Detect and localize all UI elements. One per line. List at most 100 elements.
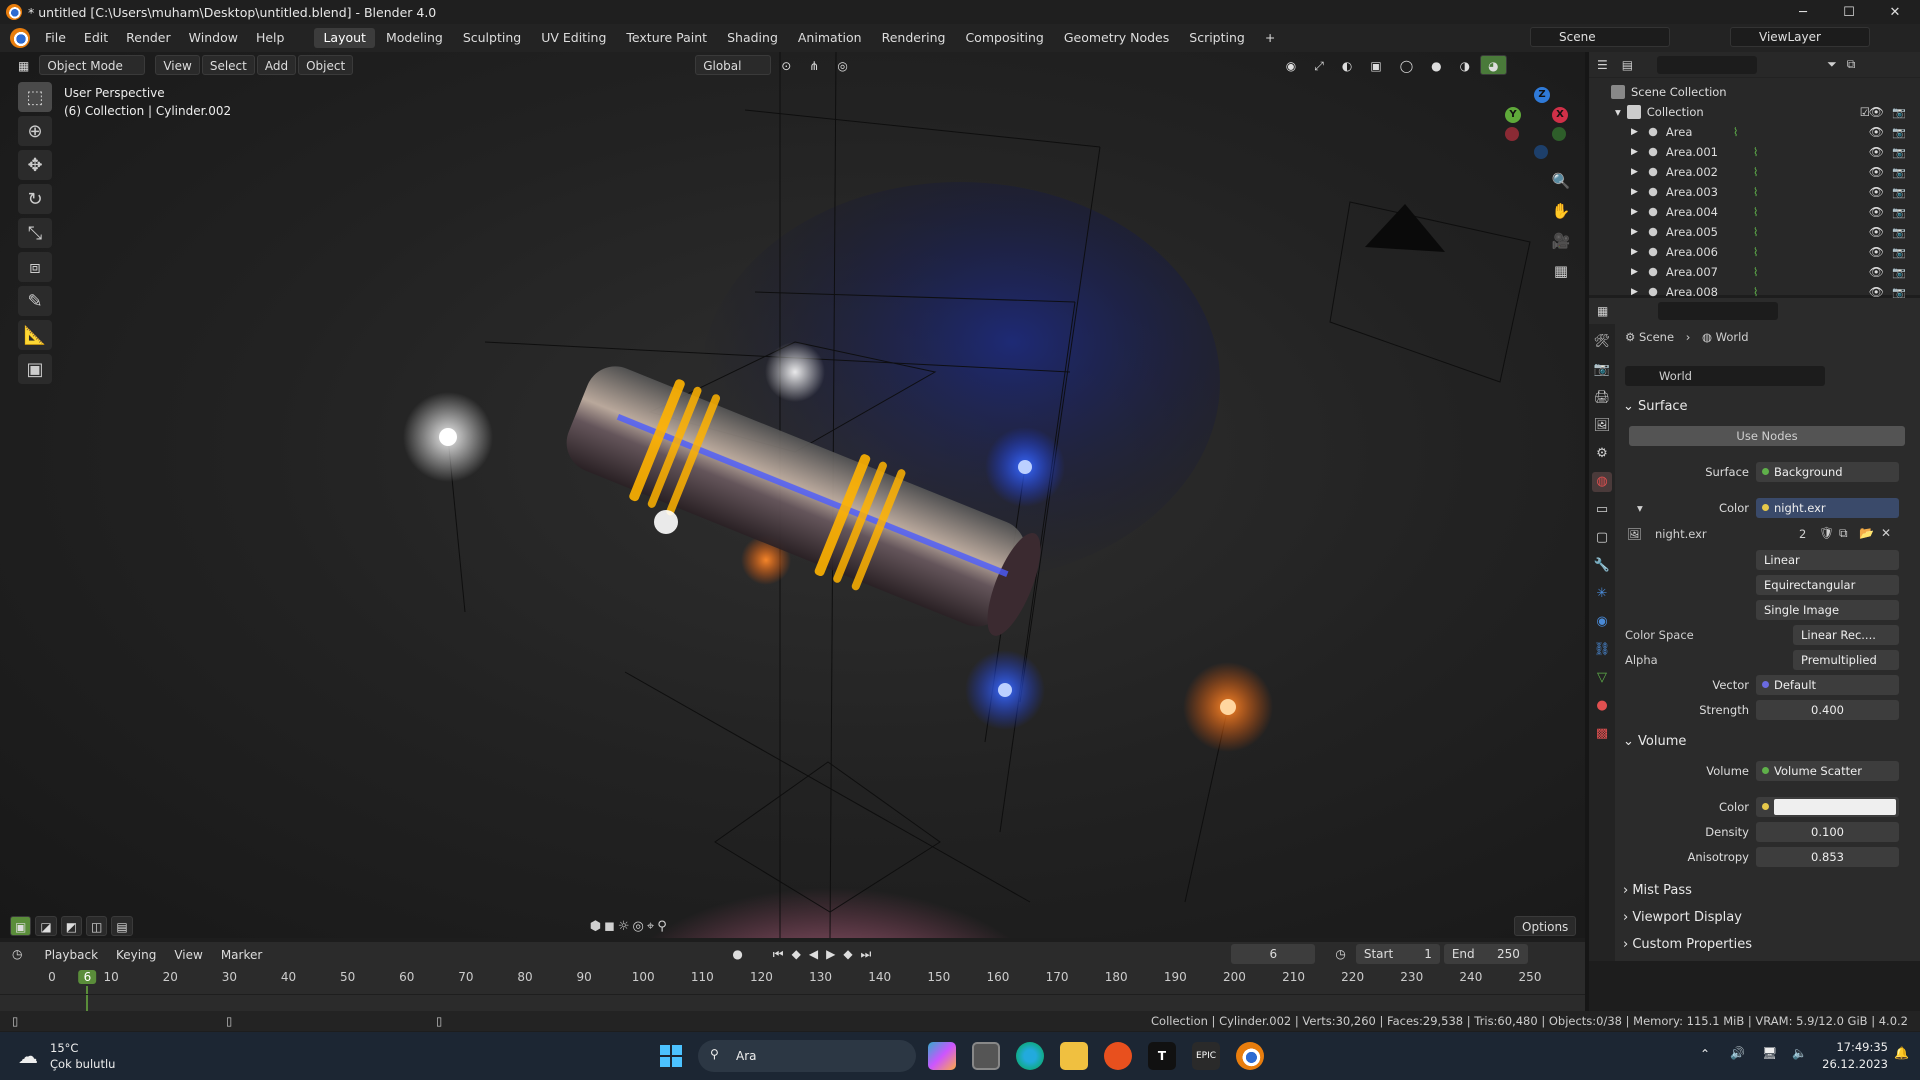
- light-data-icon[interactable]: ⌇: [1753, 245, 1759, 259]
- eye-icon[interactable]: 👁: [1869, 145, 1884, 159]
- weather-temperature[interactable]: 15°C: [50, 1041, 78, 1055]
- eye-icon[interactable]: 👁: [1869, 185, 1884, 199]
- editor-type-icon[interactable]: ▦: [10, 55, 37, 75]
- outliner-item-row[interactable]: ▶ Area.006 ⌇ 👁 📷: [1589, 242, 1920, 262]
- collection-row[interactable]: ▾ Collection ☑ 👁 📷: [1589, 102, 1920, 122]
- current-frame-marker[interactable]: 6: [78, 970, 97, 984]
- play-icon[interactable]: ▶: [826, 947, 835, 961]
- current-frame-field[interactable]: 6: [1231, 944, 1316, 964]
- light-data-icon[interactable]: ⌇: [1753, 285, 1759, 299]
- annotate-icon[interactable]: ✎: [18, 286, 52, 316]
- playback-menu[interactable]: Playback: [36, 944, 106, 964]
- use-nodes-button[interactable]: Use Nodes: [1629, 426, 1905, 446]
- duplicate-image-icon[interactable]: ⧉: [1839, 526, 1848, 541]
- tab-texture-paint[interactable]: Texture Paint: [617, 28, 716, 48]
- tool-tab-icon[interactable]: 🛠: [1592, 332, 1612, 352]
- color-space-dropdown[interactable]: Linear Rec....: [1793, 625, 1899, 645]
- scale-icon[interactable]: ⤡: [18, 218, 52, 248]
- task-view-icon[interactable]: [972, 1042, 1000, 1070]
- data-tab-icon[interactable]: ▽: [1592, 668, 1612, 688]
- expand-arrow-icon[interactable]: ▶: [1631, 227, 1638, 237]
- edge-browser-icon[interactable]: [1016, 1042, 1044, 1070]
- volume-shader-field[interactable]: Volume Scatter: [1756, 761, 1899, 781]
- frame-tick-label[interactable]: 240: [1459, 970, 1482, 984]
- overlay-toggle-icon[interactable]: ◐: [1334, 55, 1360, 75]
- notification-bell-icon[interactable]: 🔔: [1894, 1046, 1909, 1060]
- network-icon[interactable]: 🖥: [1762, 1046, 1777, 1060]
- visibility-icon[interactable]: ◉: [1278, 55, 1304, 75]
- render-camera-icon[interactable]: 📷: [1892, 246, 1906, 259]
- unlink-image-icon[interactable]: ✕: [1881, 526, 1891, 540]
- render-camera-icon[interactable]: 📷: [1892, 166, 1906, 179]
- select-mode-invert-icon[interactable]: ◫: [86, 916, 108, 936]
- frame-tick-label[interactable]: 0: [48, 970, 56, 984]
- select-mode-new-icon[interactable]: ▣: [10, 916, 32, 936]
- view-menu[interactable]: View: [155, 55, 200, 75]
- light-data-icon[interactable]: ⌇: [1753, 265, 1759, 279]
- viewport-display-panel[interactable]: › Viewport Display: [1623, 907, 1913, 929]
- blender-menu-icon[interactable]: [10, 28, 30, 48]
- speaker-icon[interactable]: 🔊: [1730, 1046, 1745, 1060]
- surface-panel-header[interactable]: ⌄ Surface: [1623, 396, 1913, 418]
- play-reverse-icon[interactable]: ◀: [809, 947, 818, 961]
- eye-icon[interactable]: 👁: [1869, 225, 1884, 239]
- outliner-item-row[interactable]: ▶ Area.002 ⌇ 👁 📷: [1589, 162, 1920, 182]
- search-filter-icon[interactable]: ⚲: [657, 919, 667, 934]
- epic-games-icon[interactable]: EPIC: [1192, 1042, 1220, 1070]
- tab-uv-editing[interactable]: UV Editing: [532, 28, 615, 48]
- eye-icon[interactable]: 👁: [1869, 285, 1884, 299]
- object-type-filter-icon[interactable]: ⬢: [590, 919, 601, 934]
- snap-icon[interactable]: ⋔: [801, 55, 827, 75]
- frame-tick-label[interactable]: 60: [399, 970, 414, 984]
- clock-date[interactable]: 26.12.2023: [1818, 1057, 1888, 1071]
- mist-pass-panel[interactable]: › Mist Pass: [1623, 880, 1913, 902]
- gizmo-y-icon[interactable]: Y: [1505, 107, 1521, 123]
- frame-tick-label[interactable]: 170: [1046, 970, 1069, 984]
- material-shading-icon[interactable]: ◑: [1452, 55, 1478, 75]
- expand-arrow-icon[interactable]: ▶: [1631, 167, 1638, 177]
- outliner-item-row[interactable]: ▶ Area.005 ⌇ 👁 📷: [1589, 222, 1920, 242]
- frame-tick-label[interactable]: 50: [340, 970, 355, 984]
- light-data-icon[interactable]: ⌇: [1753, 145, 1759, 159]
- source-dropdown[interactable]: Single Image: [1756, 600, 1899, 620]
- gizmo-toggle-icon[interactable]: ⤢: [1306, 55, 1332, 75]
- add-cube-icon[interactable]: ▣: [18, 354, 52, 384]
- keying-menu[interactable]: Keying: [108, 944, 164, 964]
- frame-tick-label[interactable]: 150: [927, 970, 950, 984]
- light-data-icon[interactable]: ⌇: [1753, 185, 1759, 199]
- gizmo-neg-z-icon[interactable]: [1534, 145, 1548, 159]
- vector-input-field[interactable]: Default: [1756, 675, 1899, 695]
- object-mode-dropdown[interactable]: Object Mode: [39, 55, 146, 75]
- frame-tick-label[interactable]: 220: [1341, 970, 1364, 984]
- expand-arrow-icon[interactable]: ▾: [1615, 105, 1621, 119]
- frame-tick-label[interactable]: 180: [1105, 970, 1128, 984]
- frame-tick-label[interactable]: 230: [1400, 970, 1423, 984]
- object-tab-icon[interactable]: ▢: [1592, 528, 1612, 548]
- blender-taskbar-icon[interactable]: [1236, 1042, 1264, 1070]
- rendered-shading-icon[interactable]: ◕: [1480, 55, 1507, 75]
- rotate-icon[interactable]: ↻: [18, 184, 52, 214]
- gizmo-neg-y-icon[interactable]: [1552, 127, 1566, 141]
- select-box-icon[interactable]: ⬚: [18, 82, 52, 112]
- add-workspace-button[interactable]: +: [1256, 28, 1284, 48]
- physics-tab-icon[interactable]: ◉: [1592, 612, 1612, 632]
- render-tab-icon[interactable]: 📷: [1592, 360, 1612, 380]
- empty-filter-icon[interactable]: ⌖: [647, 919, 654, 934]
- volume-panel-header[interactable]: ⌄ Volume: [1623, 731, 1913, 753]
- particles-tab-icon[interactable]: ✳: [1592, 584, 1612, 604]
- custom-properties-panel[interactable]: › Custom Properties: [1623, 934, 1913, 956]
- volume-color-swatch[interactable]: [1774, 799, 1896, 815]
- texture-tab-icon[interactable]: ▩: [1592, 724, 1612, 744]
- expand-arrow-icon[interactable]: ▶: [1631, 147, 1638, 157]
- gizmo-z-icon[interactable]: Z: [1534, 87, 1550, 103]
- frame-tick-label[interactable]: 210: [1282, 970, 1305, 984]
- tray-chevron-icon[interactable]: ⌃: [1700, 1047, 1710, 1061]
- outliner-item-row[interactable]: ▶ Area.001 ⌇ 👁 📷: [1589, 142, 1920, 162]
- color-expand-icon[interactable]: ▾: [1637, 501, 1643, 515]
- jump-start-icon[interactable]: ⏮: [773, 947, 784, 962]
- transform-icon[interactable]: ⧈: [18, 252, 52, 282]
- light-data-icon[interactable]: ⌇: [1753, 165, 1759, 179]
- outliner-item-row[interactable]: ▶ Area.003 ⌇ 👁 📷: [1589, 182, 1920, 202]
- gizmo-x-icon[interactable]: X: [1552, 107, 1568, 123]
- gizmo-neg-x-icon[interactable]: [1505, 127, 1519, 141]
